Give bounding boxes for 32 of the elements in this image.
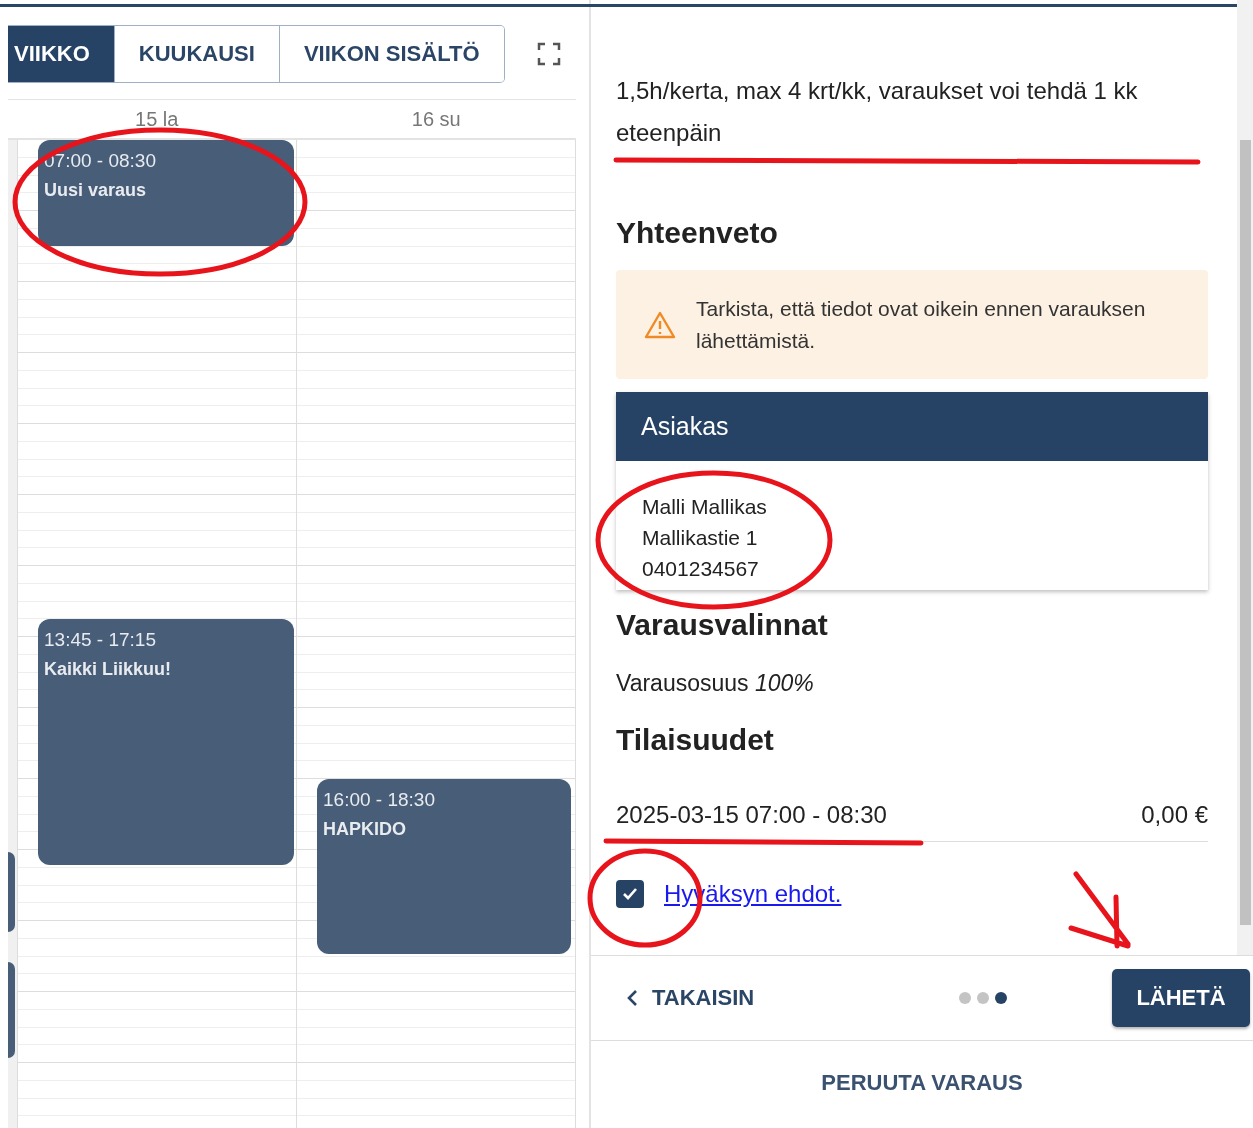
warning-icon xyxy=(644,310,676,339)
section-heading: Varausvalinnat xyxy=(616,608,829,642)
card-header: Asiakas xyxy=(616,392,1208,461)
occasion-time: 2025-03-15 07:00 - 08:30 xyxy=(616,801,887,829)
occasion-price: 0,00 € xyxy=(1141,801,1208,829)
calendar-event[interactable]: 13:45 - 17:15 Kaikki Liikkuu! xyxy=(38,619,294,866)
customer-detail: Malli Mallikas xyxy=(642,494,768,520)
event-time: 13:45 - 17:15 xyxy=(44,629,157,652)
send-button[interactable]: LÄHETÄ xyxy=(1112,969,1250,1027)
day-label: 15 la xyxy=(135,107,179,131)
terms-checkbox[interactable] xyxy=(616,880,644,908)
event-title: Kaikki Liikkuu! xyxy=(44,659,173,681)
section-heading: Yhteenveto xyxy=(616,216,779,250)
scrollbar[interactable] xyxy=(1237,0,1253,955)
warning-text: Tarkista, että tiedot ovat oikein ennen varauksen lähettämistä. xyxy=(696,295,1147,354)
calendar-event[interactable]: 16:00 - 18:30 HAPKIDO xyxy=(317,779,571,954)
event-title: HAPKIDO xyxy=(323,819,407,840)
cancel-button[interactable]: PERUUTA VARAUS xyxy=(815,1069,1029,1097)
event-title: Uusi varaus xyxy=(44,180,148,201)
view-tab[interactable]: VIIKKO xyxy=(8,26,115,82)
back-button[interactable]: TAKAISIN xyxy=(626,985,755,1011)
fullscreen-icon[interactable] xyxy=(536,42,561,66)
event-time: 16:00 - 18:30 xyxy=(323,789,436,811)
chevron-left-icon xyxy=(626,989,640,1007)
day-label: 16 su xyxy=(411,107,461,131)
section-heading: Tilaisuudet xyxy=(616,723,775,757)
customer-detail: Mallikastie 1 xyxy=(642,525,759,551)
customer-detail: 0401234567 xyxy=(642,556,760,582)
info-text: 1,5h/kerta, max 4 krt/kk, varaukset voi tehdä 1 kk eteenpäin xyxy=(616,76,1139,148)
calendar-event[interactable] xyxy=(8,852,15,932)
calendar-event[interactable] xyxy=(8,962,15,1058)
share-text: Varausosuus 100% xyxy=(616,670,815,697)
